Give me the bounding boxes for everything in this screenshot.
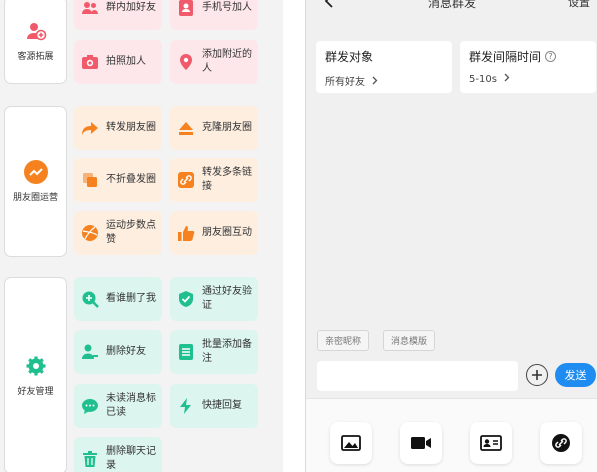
feature-panel: 客源拓展 朋友圈运营 好友管理 群内加好友 手机号加人 拍照加人 添加附近的人 …: [0, 0, 283, 472]
tile-delete-chat-history[interactable]: 删除聊天记录: [74, 437, 162, 472]
target-card[interactable]: 群发对象 所有好友: [316, 41, 452, 93]
message-input[interactable]: [317, 361, 518, 391]
copy-icon: [80, 170, 100, 190]
thumbs-up-icon: [176, 223, 196, 243]
chip-intimate-nickname[interactable]: 亲密昵称: [317, 330, 370, 351]
video-icon[interactable]: [400, 422, 442, 464]
contact-card-icon: [176, 0, 196, 18]
tile-label: 快捷回复: [202, 400, 242, 411]
category-moments-ops[interactable]: 朋友圈运营: [4, 106, 67, 257]
interval-card-header: 群发间隔时间 ?: [469, 48, 587, 65]
tile-label: 批量添加备注: [202, 339, 252, 364]
group-icon: [80, 0, 100, 18]
tile-add-from-group[interactable]: 群内加好友: [74, 0, 162, 30]
page-title: 消息群发: [427, 0, 476, 10]
tile-moments-interaction[interactable]: 朋友圈互动: [170, 211, 258, 255]
tile-batch-remarks[interactable]: 批量添加备注: [170, 330, 258, 374]
tile-label: 添加附近的人: [202, 49, 252, 74]
tile-label: 转发多条链接: [202, 167, 252, 192]
shield-check-icon: [176, 289, 196, 309]
mass-message-screen: 消息群发 设置 群发对象 所有好友 群发间隔时间 ? 5-10s 亲密昵称 消息…: [305, 0, 597, 472]
help-icon[interactable]: ?: [545, 51, 557, 62]
tile-label: 群内加好友: [106, 2, 156, 13]
chip-message-template[interactable]: 消息模版: [383, 330, 436, 351]
target-card-title: 群发对象: [325, 50, 374, 64]
attachment-toolbar: [306, 398, 597, 472]
settings-button[interactable]: 设置: [568, 0, 590, 10]
user-add-icon: [24, 19, 48, 43]
tile-label: 朋友圈互动: [202, 227, 252, 238]
link-icon[interactable]: [540, 422, 582, 464]
category-label: 客源拓展: [17, 51, 54, 62]
category-label: 好友管理: [17, 387, 54, 397]
tile-add-by-photo[interactable]: 拍照加人: [74, 40, 162, 84]
tile-step-likes[interactable]: 运动步数点赞: [74, 211, 162, 255]
ball-icon: [80, 223, 100, 243]
tile-quick-reply[interactable]: 快捷回复: [170, 384, 258, 428]
nav-bar: 消息群发 设置: [306, 0, 597, 14]
interval-card[interactable]: 群发间隔时间 ? 5-10s: [460, 41, 596, 93]
search-plus-icon: [80, 289, 100, 309]
chevron-right-icon: [372, 76, 378, 88]
send-button[interactable]: 发送: [555, 363, 596, 387]
location-icon: [176, 52, 196, 72]
chat-icon: [80, 396, 100, 416]
contact-card-icon[interactable]: [470, 422, 512, 464]
interval-card-title: 群发间隔时间: [469, 50, 542, 64]
screen: 客源拓展 朋友圈运营 好友管理 群内加好友 手机号加人 拍照加人 添加附近的人 …: [0, 0, 597, 472]
link-icon: [176, 170, 196, 190]
category-label: 朋友圈运营: [12, 193, 58, 203]
interval-value-text: 5-10s: [469, 74, 497, 85]
category-customer-expansion[interactable]: 客源拓展: [4, 0, 67, 84]
tile-who-deleted-me[interactable]: 看谁删了我: [74, 277, 162, 321]
panel-divider: [283, 0, 305, 472]
tile-accept-friend-requests[interactable]: 通过好友验证: [170, 277, 258, 321]
tile-label: 不折叠发圈: [106, 174, 156, 185]
tile-label: 克隆朋友圈: [202, 122, 252, 133]
image-icon[interactable]: [330, 422, 372, 464]
tile-clone-moments[interactable]: 克隆朋友圈: [170, 106, 258, 150]
tile-add-nearby[interactable]: 添加附近的人: [170, 40, 258, 84]
tile-label: 看谁删了我: [106, 293, 156, 304]
tile-add-by-phone[interactable]: 手机号加人: [170, 0, 258, 30]
list-icon: [176, 342, 196, 362]
tile-mark-unread-read[interactable]: 未读消息标已读: [74, 384, 162, 428]
trend-icon: [23, 160, 48, 184]
tile-label: 转发朋友圈: [106, 122, 156, 133]
tile-label: 通过好友验证: [202, 286, 252, 311]
tile-delete-friend[interactable]: 删除好友: [74, 330, 162, 374]
tile-label: 删除聊天记录: [106, 446, 156, 471]
interval-card-value: 5-10s: [469, 73, 587, 85]
tile-label: 运动步数点赞: [106, 220, 156, 245]
eject-icon: [176, 118, 196, 138]
tile-no-fold-post[interactable]: 不折叠发圈: [74, 158, 162, 202]
gear-icon: [24, 354, 48, 378]
target-card-value: 所有好友: [325, 73, 443, 88]
tile-forward-moments[interactable]: 转发朋友圈: [74, 106, 162, 150]
chevron-right-icon: [504, 73, 510, 85]
tile-label: 手机号加人: [202, 2, 252, 13]
user-minus-icon: [80, 342, 100, 362]
plus-icon[interactable]: [526, 364, 548, 386]
camera-icon: [80, 52, 100, 72]
target-value-text: 所有好友: [325, 77, 365, 88]
tile-label: 删除好友: [106, 346, 146, 357]
lightning-icon: [176, 396, 196, 416]
trash-icon: [80, 449, 100, 469]
forward-icon: [80, 118, 100, 138]
category-friend-management[interactable]: 好友管理: [4, 277, 67, 472]
tile-forward-links[interactable]: 转发多条链接: [170, 158, 258, 202]
tile-label: 拍照加人: [106, 56, 146, 67]
tile-label: 未读消息标已读: [106, 393, 156, 418]
